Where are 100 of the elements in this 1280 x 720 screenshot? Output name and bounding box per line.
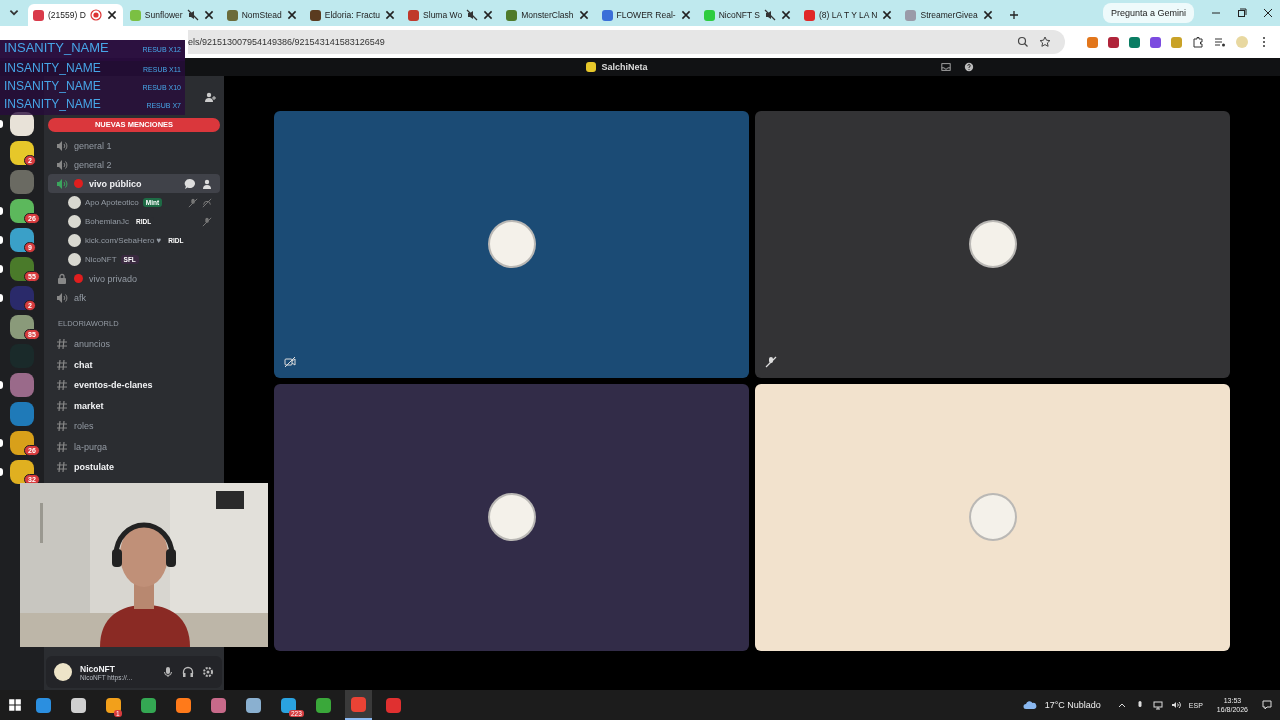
tab-title: Eldoria: Fractu bbox=[324, 10, 381, 20]
text-channel[interactable]: roles bbox=[48, 416, 220, 437]
voice-channel[interactable]: afk bbox=[48, 288, 220, 307]
muted-speaker-icon[interactable] bbox=[186, 9, 199, 21]
close-icon[interactable] bbox=[105, 9, 118, 21]
user-avatar bbox=[54, 663, 72, 681]
text-channel[interactable]: market bbox=[48, 395, 220, 416]
text-channel[interactable]: eventos-de-clanes bbox=[48, 375, 220, 396]
browser-tab[interactable]: Sunflower bbox=[124, 4, 220, 26]
alert-name: INSANITY_NAME bbox=[4, 61, 101, 75]
start-icon[interactable] bbox=[8, 698, 22, 712]
close-icon[interactable] bbox=[881, 9, 894, 21]
text-channel[interactable]: la-purga bbox=[48, 436, 220, 457]
puzzle-icon[interactable] bbox=[1192, 36, 1204, 48]
voice-channel[interactable]: vivo privado bbox=[48, 269, 220, 288]
member-name[interactable]: BohemianJc bbox=[85, 217, 130, 226]
star-icon[interactable] bbox=[1039, 36, 1051, 48]
add-member-icon[interactable] bbox=[202, 177, 214, 190]
browser-tab[interactable]: Eldoria: Fractu bbox=[304, 4, 402, 26]
text-channel[interactable]: anuncios bbox=[48, 334, 220, 355]
server-icon[interactable] bbox=[10, 460, 34, 484]
text-channel[interactable]: chat bbox=[48, 354, 220, 375]
hashtag-icon bbox=[56, 461, 68, 474]
server-icon[interactable] bbox=[10, 141, 34, 165]
channel-name: eventos-de-clanes bbox=[74, 380, 153, 391]
hashtag-icon bbox=[56, 338, 68, 351]
server-icon[interactable] bbox=[10, 431, 34, 455]
close-icon[interactable] bbox=[1263, 8, 1273, 18]
close-icon[interactable] bbox=[482, 9, 495, 21]
close-icon[interactable] bbox=[780, 9, 793, 21]
server-icon bbox=[586, 62, 597, 72]
participant-avatar bbox=[487, 220, 536, 268]
hashtag-icon bbox=[56, 399, 68, 412]
browser-tab[interactable]: StreamerGivea bbox=[900, 4, 999, 26]
close-icon[interactable] bbox=[679, 9, 692, 21]
hashtag-icon bbox=[56, 379, 68, 392]
close-icon[interactable] bbox=[384, 9, 397, 21]
new-tab-icon[interactable] bbox=[1008, 10, 1019, 20]
browser-tab[interactable]: NomStead bbox=[221, 4, 303, 26]
network-icon[interactable] bbox=[1152, 700, 1163, 710]
browser-tab[interactable]: MonsterClash bbox=[501, 4, 595, 26]
media-icon[interactable] bbox=[1214, 36, 1226, 48]
voice-channel[interactable]: general 2 bbox=[48, 155, 220, 174]
voice-channel[interactable]: vivo público bbox=[48, 174, 220, 193]
video-tile[interactable] bbox=[755, 383, 1230, 651]
channel-name: roles bbox=[74, 421, 94, 432]
alert-name: INSANITY_NAME bbox=[4, 97, 101, 111]
restore-icon[interactable] bbox=[1237, 8, 1247, 18]
address-bar[interactable]: els/921513007954149386/921543141583126549 bbox=[188, 30, 1065, 54]
server-icon[interactable] bbox=[10, 228, 34, 252]
close-icon[interactable] bbox=[981, 9, 994, 21]
weather-text[interactable]: 17°C Nublado bbox=[1044, 700, 1101, 710]
zoom-icon[interactable] bbox=[1017, 36, 1029, 48]
close-icon[interactable] bbox=[577, 9, 590, 21]
microphone-icon[interactable] bbox=[162, 666, 174, 678]
extension-icon[interactable] bbox=[1129, 36, 1140, 48]
tab-title: Sunflower bbox=[144, 10, 183, 20]
member-name[interactable]: kick.com/SebaHero ♥ bbox=[85, 236, 162, 245]
member-name[interactable]: Apo Apoteotico bbox=[85, 198, 139, 207]
headphones-icon[interactable] bbox=[182, 666, 194, 678]
settings-icon[interactable] bbox=[202, 666, 214, 678]
cloud-icon bbox=[1022, 698, 1037, 712]
volume-icon[interactable] bbox=[1170, 700, 1181, 710]
tab-title: (21559) D bbox=[48, 10, 86, 20]
taskbar-app[interactable] bbox=[345, 690, 372, 720]
notifications-icon[interactable] bbox=[1262, 700, 1272, 710]
server-icon[interactable] bbox=[10, 315, 34, 339]
extension-icon[interactable] bbox=[1150, 36, 1161, 48]
text-channel[interactable]: postulate bbox=[48, 457, 220, 478]
video-tile[interactable] bbox=[274, 110, 749, 378]
muted-speaker-icon[interactable] bbox=[466, 9, 479, 21]
help-icon[interactable] bbox=[963, 62, 974, 72]
muted-speaker-icon[interactable] bbox=[764, 9, 777, 21]
voice-channel[interactable]: general 1 bbox=[48, 136, 220, 155]
speaker-icon bbox=[56, 139, 68, 152]
browser-tab[interactable]: (8) LA T Y LA N bbox=[799, 4, 899, 26]
video-tile[interactable] bbox=[755, 110, 1230, 378]
close-icon[interactable] bbox=[202, 9, 215, 21]
participant-avatar bbox=[968, 220, 1017, 268]
video-tile[interactable] bbox=[274, 383, 749, 651]
tab-title: (8) LA T Y LA N bbox=[819, 10, 878, 20]
browser-tab[interactable]: NicoNFT S bbox=[698, 4, 798, 26]
member-name[interactable]: NicoNFT bbox=[85, 255, 117, 264]
extension-icon[interactable] bbox=[1108, 36, 1119, 48]
extension-icon[interactable] bbox=[1087, 36, 1098, 48]
close-icon[interactable] bbox=[285, 9, 298, 21]
participant-avatar bbox=[487, 493, 536, 541]
browser-tab[interactable]: Sluma Wo bbox=[403, 4, 500, 26]
chat-icon[interactable] bbox=[184, 177, 196, 190]
server-icon[interactable] bbox=[10, 257, 34, 281]
speaker-icon bbox=[56, 291, 68, 304]
channel-name: chat bbox=[74, 359, 93, 370]
channel-name: vivo privado bbox=[89, 273, 138, 284]
browser-tab[interactable]: (21559) D bbox=[28, 4, 123, 26]
gemini-button[interactable]: Pregunta a Gemini bbox=[1102, 3, 1194, 23]
add-member-icon[interactable] bbox=[204, 91, 216, 103]
server-icon[interactable] bbox=[10, 286, 34, 310]
server-icon[interactable] bbox=[10, 199, 34, 223]
browser-tab[interactable]: FLOWER Real- bbox=[596, 4, 697, 26]
inbox-icon[interactable] bbox=[940, 62, 951, 72]
